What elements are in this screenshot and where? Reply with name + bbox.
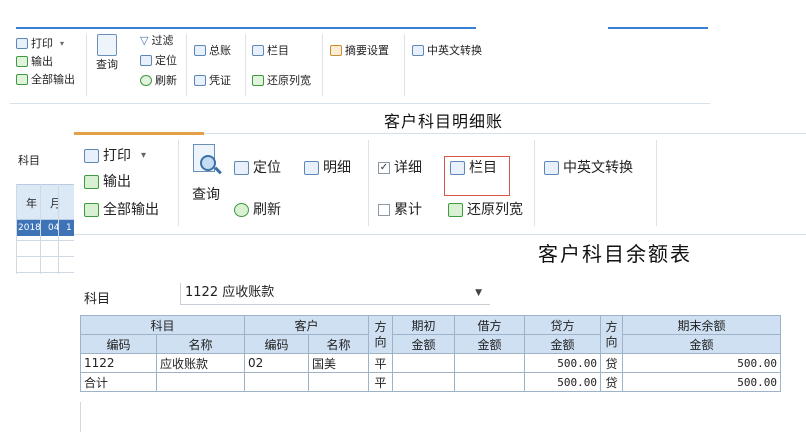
page-title: 客户科目明细账 — [384, 112, 504, 131]
refresh-icon — [234, 203, 249, 217]
columns-icon — [252, 45, 264, 56]
printer-icon — [84, 149, 99, 163]
restore-width-button[interactable]: 还原列宽 — [252, 74, 311, 87]
table-row[interactable]: 1122 应收账款 02 国美 平 500.00 贷 500.00 — [80, 353, 782, 373]
col-cust-name: 名称 — [308, 334, 370, 354]
subject-label: 科目 — [84, 292, 111, 307]
restore-width-icon — [252, 75, 264, 86]
col-credit-amount: 金额 — [524, 334, 602, 354]
refresh-button[interactable]: 刷新 — [234, 202, 281, 218]
detail-checkbox[interactable]: ✓ 详细 — [378, 160, 422, 176]
export-icon — [84, 175, 99, 189]
col-direction: 方向 — [368, 315, 394, 354]
page-title: 客户科目余额表 — [538, 242, 692, 266]
col-closing-amount: 金额 — [622, 334, 782, 354]
magnifier-icon — [191, 144, 222, 178]
columns-icon — [450, 161, 465, 175]
header-row-2: 编码 名称 编码 名称 金额 金额 金额 金额 — [80, 334, 782, 354]
col-year: 年 — [26, 197, 37, 210]
checkbox-unchecked-icon — [378, 204, 390, 216]
voucher-button[interactable]: 凭证 — [194, 74, 231, 87]
restore-width-icon — [448, 203, 463, 217]
ledger-button[interactable]: 总账 — [194, 44, 231, 57]
locate-icon — [234, 161, 249, 175]
col-opening-amount: 金额 — [392, 334, 456, 354]
ribbon-accent — [74, 132, 204, 135]
filter-icon: ▽ — [140, 34, 149, 47]
print-button[interactable]: 打印 ▾ — [16, 37, 64, 50]
locate-button[interactable]: 定位 — [234, 160, 281, 176]
col-group-credit: 贷方 — [524, 315, 602, 335]
columns-button[interactable]: 栏目 — [252, 44, 289, 57]
locate-icon — [140, 55, 152, 66]
export-all-button[interactable]: 全部输出 — [84, 202, 159, 218]
subject-label: 科目 — [18, 154, 40, 167]
subject-select[interactable]: 1122 应收账款 ▼ — [180, 283, 490, 305]
chevron-down-icon[interactable]: ▼ — [475, 283, 482, 303]
col-group-customer: 客户 — [244, 315, 370, 335]
export-all-icon — [84, 203, 99, 217]
summary-settings-icon — [330, 45, 342, 56]
lang-switch-button[interactable]: 中英文转换 — [544, 160, 633, 176]
query-button[interactable]: 查询 — [96, 34, 118, 71]
header-row-1: 科目 客户 方向 期初 借方 贷方 方向 期末余额 — [79, 315, 782, 354]
restore-width-button[interactable]: 还原列宽 — [448, 202, 523, 218]
refresh-button[interactable]: 刷新 — [140, 74, 177, 87]
query-button[interactable]: 查询 — [188, 144, 224, 216]
voucher-icon — [194, 75, 206, 86]
checkbox-checked-icon: ✓ — [378, 162, 390, 174]
balance-table: 科目 客户 方向 期初 借方 贷方 方向 期末余额 编码 名称 编码 名称 金额… — [79, 315, 782, 392]
export-all-icon — [16, 74, 28, 85]
table-icon — [304, 161, 319, 175]
col-group-opening: 期初 — [392, 315, 456, 335]
col-group-subject: 科目 — [79, 315, 246, 335]
col-name: 名称 — [155, 334, 246, 354]
lang-switch-button[interactable]: 中英文转换 — [412, 44, 482, 57]
detail-view-button[interactable]: 明细 — [304, 160, 351, 176]
front-window: 打印 ▾ 输出 全部输出 查询 定位 刷新 明细 ✓ 详细 累计 栏目 还原列宽 中… — [74, 132, 806, 435]
col-cust-code: 编码 — [244, 334, 310, 354]
col-code: 编码 — [80, 334, 157, 354]
export-icon — [16, 56, 28, 67]
export-button[interactable]: 输出 — [84, 174, 131, 190]
col-debit-amount: 金额 — [454, 334, 526, 354]
detail-ledger-grid: 科目 年 月 2018 04 1 — [10, 140, 80, 280]
table-row[interactable]: 2018 04 1 — [16, 220, 80, 236]
locate-button[interactable]: 定位 — [140, 54, 177, 67]
grid-header: 年 月 — [16, 184, 80, 220]
cumulative-checkbox[interactable]: 累计 — [378, 202, 422, 218]
lang-switch-icon — [412, 45, 424, 56]
col-group-closing: 期末余额 — [622, 315, 782, 335]
chevron-down-icon: ▾ — [141, 150, 147, 161]
export-button[interactable]: 输出 — [16, 55, 53, 68]
col-direction-2: 方向 — [600, 315, 624, 354]
chevron-down-icon: ▾ — [60, 39, 65, 48]
print-button[interactable]: 打印 ▾ — [84, 148, 146, 164]
magnifier-icon — [97, 34, 117, 56]
export-all-button[interactable]: 全部输出 — [16, 73, 75, 86]
refresh-icon — [140, 75, 152, 86]
filter-button[interactable]: ▽ 过滤 — [140, 34, 173, 47]
printer-icon — [16, 38, 28, 49]
table-row-total[interactable]: 合计 平 500.00 贷 500.00 — [80, 372, 782, 392]
summary-settings-button[interactable]: 摘要设置 — [330, 44, 389, 57]
ledger-icon — [194, 45, 206, 56]
lang-switch-icon — [544, 161, 559, 175]
col-month: 月 — [50, 197, 61, 210]
columns-button[interactable]: 栏目 — [450, 160, 497, 176]
col-group-debit: 借方 — [454, 315, 526, 335]
